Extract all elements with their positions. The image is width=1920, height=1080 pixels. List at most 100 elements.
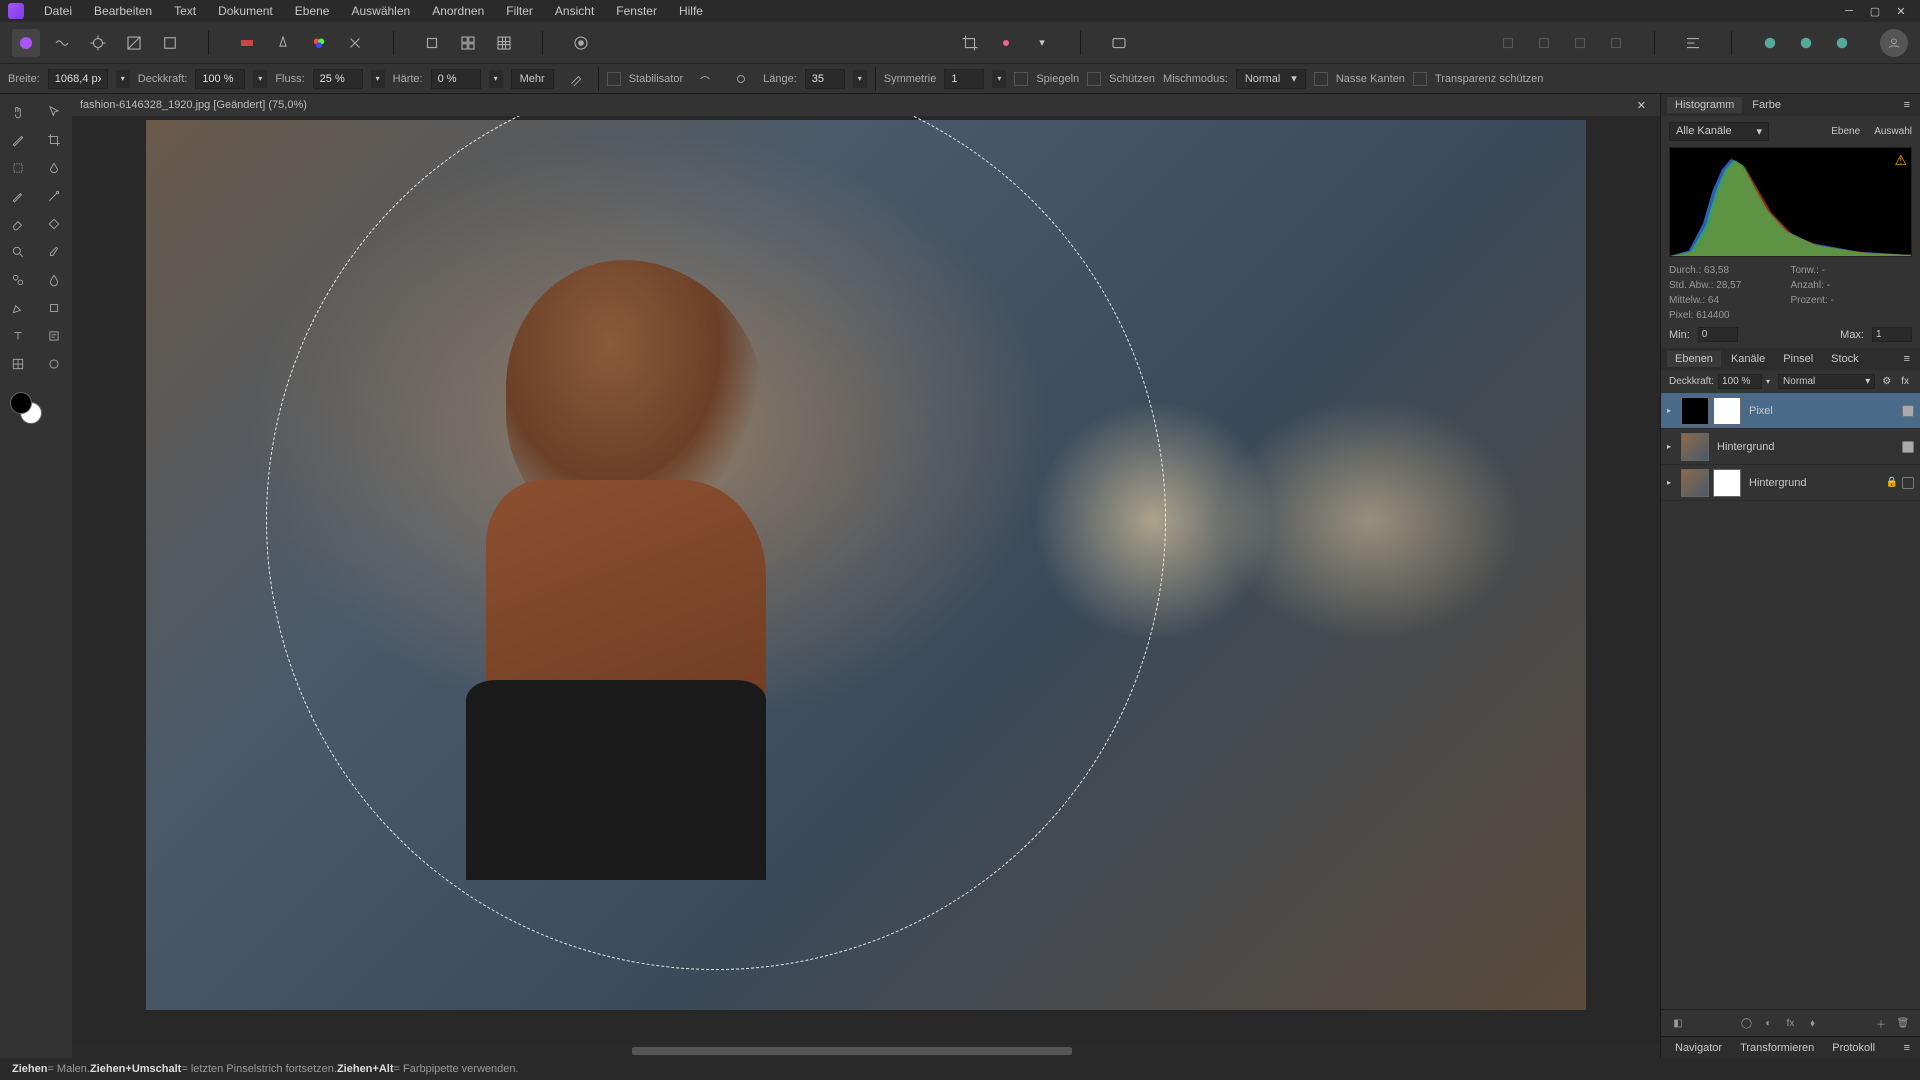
stab-mode-2-icon[interactable] [727, 65, 755, 93]
arrange-4-icon[interactable] [1602, 29, 1630, 57]
laenge-dropdown[interactable]: ▾ [853, 70, 867, 88]
layer-live-icon[interactable]: ⬧ [1804, 1014, 1822, 1032]
clone-icon[interactable] [0, 266, 36, 294]
horizontal-scrollbar[interactable] [72, 1044, 1660, 1058]
hand-tool-icon[interactable] [0, 98, 36, 126]
tab-kanaele[interactable]: Kanäle [1723, 351, 1773, 367]
selection-brush-icon[interactable] [0, 126, 36, 154]
scroll-thumb[interactable] [632, 1047, 1072, 1055]
menu-fenster[interactable]: Fenster [606, 1, 667, 21]
breite-input[interactable] [48, 69, 108, 89]
deckkraft-input[interactable] [195, 69, 245, 89]
color-swatch[interactable] [0, 386, 72, 426]
menu-dokument[interactable]: Dokument [208, 1, 283, 21]
assistant-dropdown-icon[interactable]: ▾ [1028, 29, 1056, 57]
eyedropper-icon[interactable] [36, 238, 72, 266]
foreground-color-swatch[interactable] [10, 392, 32, 414]
stab-mode-1-icon[interactable] [691, 65, 719, 93]
arrange-2-icon[interactable] [1530, 29, 1558, 57]
layer-row-hintergrund-2[interactable]: ▸ Hintergrund 🔒 [1661, 465, 1920, 501]
minimize-button[interactable]: ─ [1842, 4, 1856, 18]
maximize-button[interactable]: ▢ [1868, 4, 1882, 18]
snap-3-icon[interactable] [1828, 29, 1856, 57]
layer-gear-icon[interactable]: ⚙ [1879, 376, 1894, 387]
flood-select-icon[interactable] [36, 154, 72, 182]
tab-ebenen[interactable]: Ebenen [1667, 351, 1721, 367]
layer-fx-icon[interactable]: fx [1898, 376, 1912, 387]
color-replace-icon[interactable] [36, 182, 72, 210]
layer-mask-thumb[interactable] [1713, 469, 1741, 497]
tab-stock[interactable]: Stock [1823, 351, 1867, 367]
auto-levels-icon[interactable] [269, 29, 297, 57]
symmetrie-input[interactable] [944, 69, 984, 89]
document-close-icon[interactable]: ✕ [1631, 99, 1652, 112]
menu-filter[interactable]: Filter [496, 1, 543, 21]
mesh-icon[interactable] [0, 350, 36, 378]
mehr-button[interactable]: Mehr [511, 69, 554, 89]
channel-select[interactable]: Alle Kanäle▾ [1669, 122, 1769, 141]
layer-name[interactable]: Pixel [1745, 405, 1898, 417]
layer-edit-all-icon[interactable]: ◧ [1669, 1014, 1687, 1032]
menu-text[interactable]: Text [164, 1, 206, 21]
stabilisator-checkbox[interactable] [607, 72, 621, 86]
canvas-viewport[interactable] [72, 116, 1660, 1044]
layers-menu-icon[interactable]: ≡ [1900, 353, 1914, 365]
crop-icon[interactable] [36, 126, 72, 154]
lock-icon[interactable]: 🔒 [1886, 477, 1898, 488]
grid-1-icon[interactable] [418, 29, 446, 57]
layer-thumb[interactable] [1681, 433, 1709, 461]
menu-anordnen[interactable]: Anordnen [422, 1, 494, 21]
layer-blend-select[interactable]: Normal▾ [1778, 374, 1875, 389]
layer-mask-icon[interactable]: ◯ [1738, 1014, 1756, 1032]
menu-bearbeiten[interactable]: Bearbeiten [84, 1, 162, 21]
fill-icon[interactable] [36, 210, 72, 238]
hist-ebene-button[interactable]: Ebene [1831, 126, 1860, 137]
align-icon[interactable] [1679, 29, 1707, 57]
snap-1-icon[interactable] [1756, 29, 1784, 57]
account-icon[interactable] [1880, 29, 1908, 57]
mischmodus-select[interactable]: Normal▾ [1236, 69, 1306, 89]
symmetrie-dropdown[interactable]: ▾ [992, 70, 1006, 88]
menu-hilfe[interactable]: Hilfe [669, 1, 713, 21]
eraser-icon[interactable] [0, 210, 36, 238]
menu-ansicht[interactable]: Ansicht [545, 1, 604, 21]
menu-datei[interactable]: Datei [34, 1, 82, 21]
layer-add-icon[interactable]: ＋ [1872, 1014, 1890, 1032]
layer-thumb[interactable] [1681, 397, 1709, 425]
fluss-dropdown[interactable]: ▾ [371, 70, 385, 88]
blur-icon[interactable] [36, 266, 72, 294]
min-input[interactable] [1698, 327, 1738, 342]
preview-icon[interactable] [1105, 29, 1133, 57]
deckkraft-dropdown[interactable]: ▾ [253, 70, 267, 88]
swatch-red-icon[interactable] [233, 29, 261, 57]
layer-delete-icon[interactable]: 🗑 [1894, 1014, 1912, 1032]
crop-tool-icon[interactable] [956, 29, 984, 57]
layer-adjust-icon[interactable]: ◐ [1760, 1014, 1778, 1032]
histogram-warning-icon[interactable]: ⚠ [1894, 152, 1907, 169]
brush-icon[interactable] [0, 182, 36, 210]
spiegeln-checkbox[interactable] [1014, 72, 1028, 86]
fluss-input[interactable] [313, 69, 363, 89]
grid-2-icon[interactable] [454, 29, 482, 57]
dodge-icon[interactable] [36, 350, 72, 378]
auto-colors-icon[interactable] [305, 29, 333, 57]
laenge-input[interactable] [805, 69, 845, 89]
layer-name[interactable]: Hintergrund [1745, 477, 1882, 489]
layer-expand-icon[interactable]: ▸ [1667, 406, 1677, 415]
tab-farbe[interactable]: Farbe [1744, 97, 1789, 113]
layer-visibility-toggle[interactable] [1902, 441, 1914, 453]
haerte-dropdown[interactable]: ▾ [489, 70, 503, 88]
nasse-checkbox[interactable] [1314, 72, 1328, 86]
layer-deckkraft-dropdown[interactable]: ▾ [1766, 377, 1770, 386]
max-input[interactable] [1872, 327, 1912, 342]
develop-persona-icon[interactable] [84, 29, 112, 57]
zoom-icon[interactable] [0, 238, 36, 266]
grid-3-icon[interactable] [490, 29, 518, 57]
tab-transformieren[interactable]: Transformieren [1732, 1040, 1822, 1056]
layer-mask-thumb[interactable] [1713, 397, 1741, 425]
move-tool-icon[interactable] [36, 98, 72, 126]
panel-menu-icon[interactable]: ≡ [1900, 99, 1914, 111]
marquee-icon[interactable] [0, 154, 36, 182]
auto-white-balance-icon[interactable] [341, 29, 369, 57]
tab-navigator[interactable]: Navigator [1667, 1040, 1730, 1056]
